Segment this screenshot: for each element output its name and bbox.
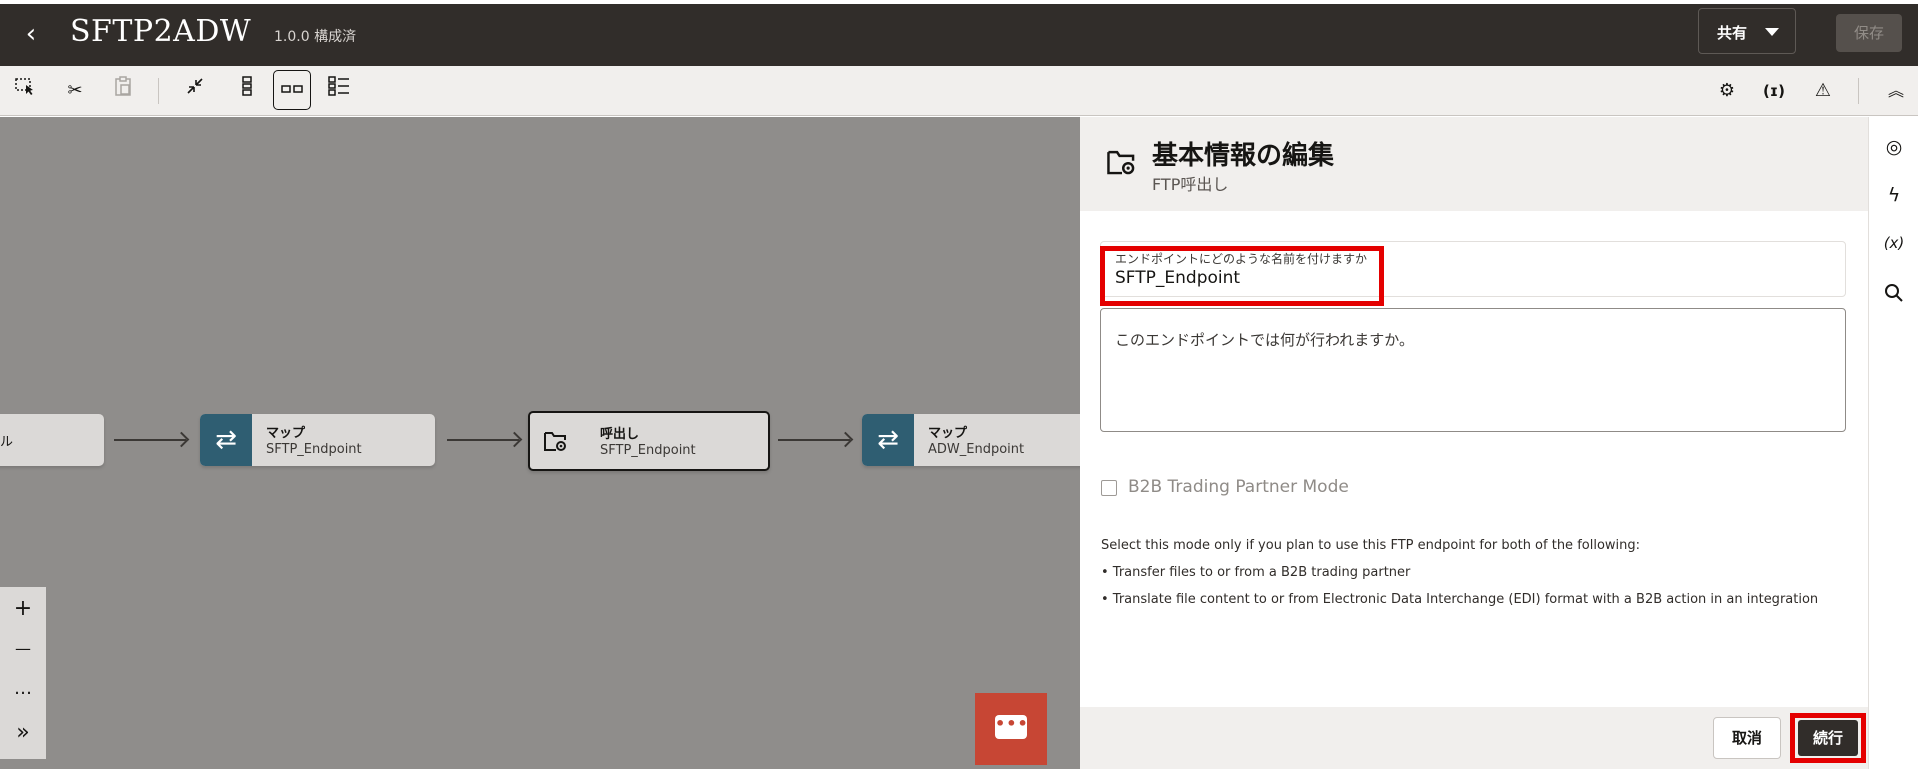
node-subtitle: SFTP_Endpoint xyxy=(600,443,696,458)
endpoint-description-input[interactable]: このエンドポイントでは何が行われますか。 xyxy=(1100,308,1846,432)
back-chevron-icon[interactable]: ‹ xyxy=(20,20,42,48)
flow-arrow xyxy=(447,439,519,441)
save-button[interactable]: 保存 xyxy=(1836,14,1902,52)
paste-icon[interactable] xyxy=(108,76,138,106)
invoke-node-sftp[interactable]: 呼出し SFTP_Endpoint xyxy=(528,411,770,471)
cancel-button[interactable]: 取消 xyxy=(1713,717,1781,759)
variable-icon[interactable]: (ɪ) xyxy=(1759,76,1789,106)
collapse-icon[interactable] xyxy=(180,76,210,106)
share-button[interactable]: 共有 xyxy=(1698,8,1796,54)
panel-title: 基本情報の編集 xyxy=(1152,141,1335,171)
panel-header: 基本情報の編集 FTP呼出し xyxy=(1080,117,1868,211)
help-text-line: • Transfer files to or from a B2B tradin… xyxy=(1101,565,1411,580)
integration-canvas: ル ⇄ マップ SFTP_Endpoint 呼出し SFTP_Endpoint … xyxy=(0,117,1080,769)
trigger-node-title: ル xyxy=(0,435,14,450)
zoom-controls: + — … » xyxy=(0,587,46,759)
folder-gear-icon xyxy=(1106,147,1138,179)
gear-icon[interactable]: ⚙ xyxy=(1712,76,1742,106)
map-node-adw[interactable]: ⇄ マップ ADW_Endpoint xyxy=(862,414,1080,466)
flow-arrow xyxy=(778,439,850,441)
description-placeholder: このエンドポイントでは何が行われますか。 xyxy=(1115,331,1414,349)
node-title: マップ xyxy=(266,426,306,441)
map-icon: ⇄ xyxy=(200,414,252,466)
horizontal-layout-icon[interactable] xyxy=(273,70,311,110)
node-subtitle: SFTP_Endpoint xyxy=(266,442,362,457)
version-status: 1.0.0 構成済 xyxy=(274,29,357,45)
search-icon[interactable] xyxy=(1869,277,1918,309)
help-text-line: • Translate file content to or from Elec… xyxy=(1101,592,1819,607)
map-icon: ⇄ xyxy=(862,414,914,466)
b2b-mode-checkbox[interactable] xyxy=(1101,480,1117,496)
highlight-box-name xyxy=(1100,246,1384,306)
chat-button[interactable]: ••• xyxy=(975,693,1047,765)
folder-gear-icon xyxy=(530,415,582,467)
variable-x-icon[interactable]: (x) xyxy=(1869,227,1918,259)
more-icon[interactable]: … xyxy=(0,671,46,707)
integration-title: SFTP2ADW xyxy=(70,14,252,49)
node-title: マップ xyxy=(928,426,968,441)
warning-icon[interactable]: ⚠ xyxy=(1808,76,1838,106)
edit-basic-info-panel: 基本情報の編集 FTP呼出し エンドポイントにどのような名前を付けますか SFT… xyxy=(1080,117,1868,769)
expand-icon[interactable]: » xyxy=(0,715,46,751)
zoom-in-icon[interactable]: + xyxy=(0,591,46,627)
app-header: ‹ SFTP2ADW 1.0.0 構成済 共有 保存 xyxy=(0,4,1918,66)
panel-footer: 取消 続行 xyxy=(1080,707,1868,769)
chevrons-up-icon[interactable]: ︽ xyxy=(1881,76,1911,106)
highlight-box-continue xyxy=(1790,713,1866,763)
lightning-icon[interactable]: ϟ xyxy=(1869,179,1918,211)
flow-arrow xyxy=(114,439,186,441)
panel-subtitle: FTP呼出し xyxy=(1152,175,1229,194)
select-area-icon[interactable] xyxy=(10,76,40,106)
node-title: 呼出し xyxy=(600,427,640,442)
vertical-layout-icon[interactable] xyxy=(232,76,262,106)
b2b-mode-label[interactable]: B2B Trading Partner Mode xyxy=(1128,477,1349,497)
caret-down-icon xyxy=(1765,28,1779,36)
trigger-node[interactable]: ル xyxy=(0,414,104,466)
list-layout-icon[interactable] xyxy=(324,76,354,106)
target-icon[interactable]: ◎ xyxy=(1869,131,1918,163)
toolbar-divider-right xyxy=(1858,78,1859,104)
share-button-label: 共有 xyxy=(1717,24,1748,42)
chat-bubble-icon: ••• xyxy=(995,715,1028,739)
map-node-sftp[interactable]: ⇄ マップ SFTP_Endpoint xyxy=(200,414,435,466)
cut-icon[interactable]: ✂ xyxy=(60,76,90,106)
zoom-out-icon[interactable]: — xyxy=(0,631,46,667)
help-text-line: Select this mode only if you plan to use… xyxy=(1101,538,1641,553)
toolbar-divider xyxy=(158,78,159,104)
right-icon-rail: ◎ ϟ (x) xyxy=(1868,117,1918,769)
node-subtitle: ADW_Endpoint xyxy=(928,442,1025,457)
canvas-toolbar: ✂ ⚙ (ɪ) ⚠ ︽ xyxy=(0,66,1918,116)
